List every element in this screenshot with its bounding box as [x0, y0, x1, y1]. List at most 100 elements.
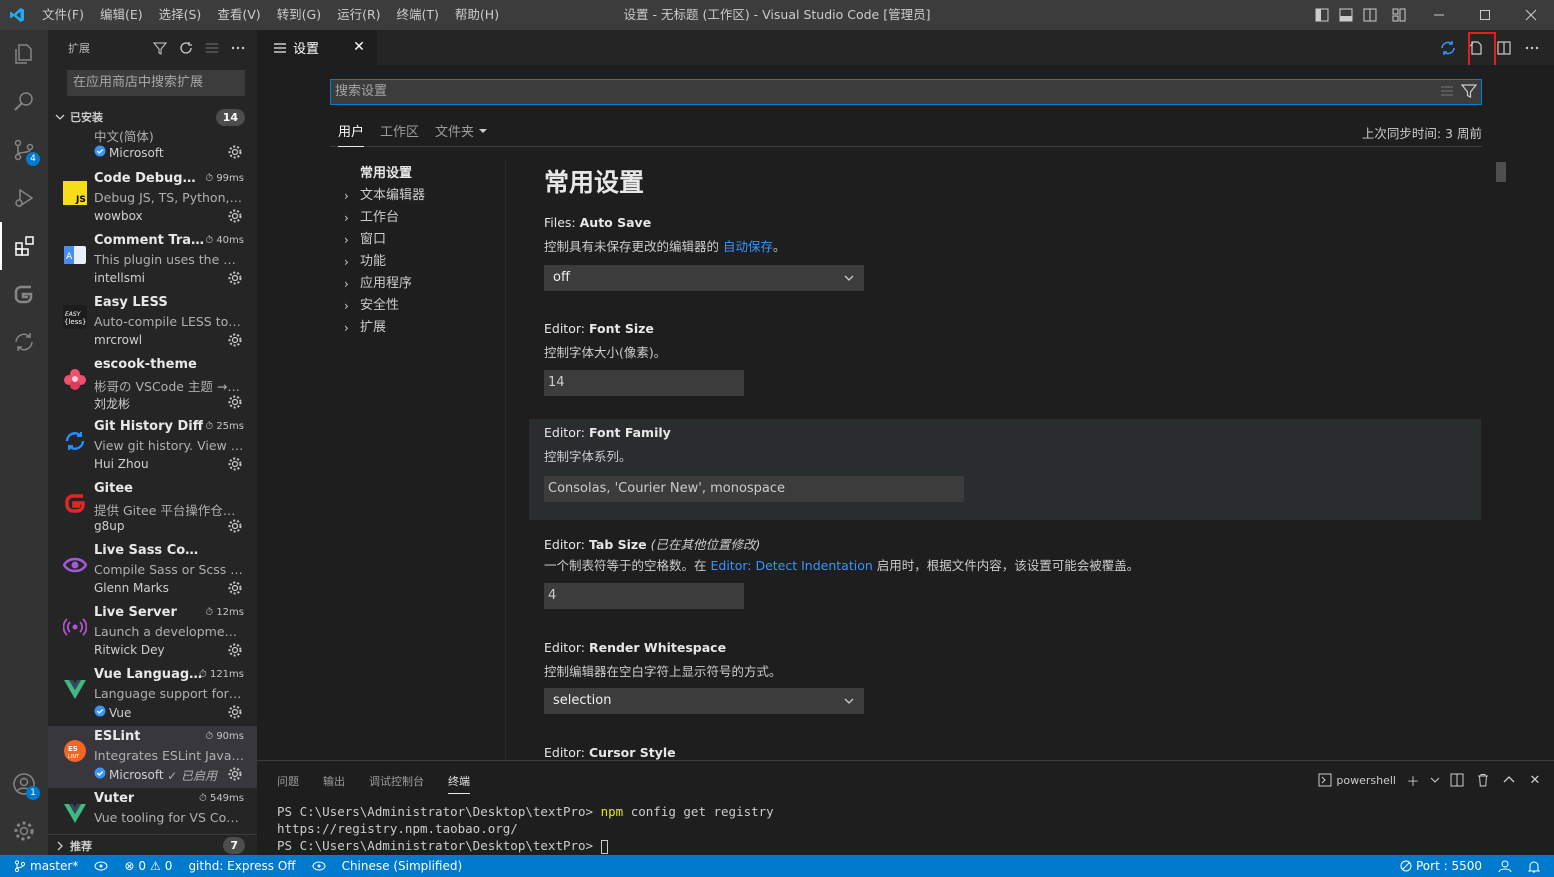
branch-status[interactable]: master*	[0, 859, 86, 873]
font-size-input[interactable]: 14	[544, 370, 744, 396]
detect-indentation-link[interactable]: Editor: Detect Indentation	[710, 558, 872, 573]
extension-item-eslint[interactable]: ES LINT ESLint ⏱ 90ms Integrates ESLint J…	[48, 726, 257, 788]
extension-item-git-history-diff[interactable]: Git History Diff ⏱ 25ms View git history…	[48, 416, 257, 478]
toggle-sidebar-icon[interactable]	[1310, 0, 1334, 30]
filter-settings-icon[interactable]	[1460, 83, 1478, 103]
tab-settings[interactable]: 设置 ✕	[257, 30, 377, 65]
sync-settings-icon[interactable]	[1436, 36, 1460, 60]
run-debug-icon[interactable]	[0, 174, 48, 222]
tab-problems[interactable]: 问题	[277, 773, 299, 789]
modified-elsewhere-note[interactable]: (已在其他位置修改)	[651, 537, 761, 552]
tab-folder[interactable]: 文件夹	[435, 121, 488, 140]
accounts-icon[interactable]: 1	[0, 760, 48, 808]
toc-item-common[interactable]: 常用设置	[330, 163, 505, 185]
menu-view[interactable]: 查看(V)	[209, 0, 268, 30]
search-icon[interactable]	[0, 78, 48, 126]
new-terminal-icon[interactable]: ＋	[1404, 771, 1422, 790]
extension-item-comment-translate[interactable]: A Comment Trans... ⏱ 40ms This plugin us…	[48, 230, 257, 292]
gitee-icon[interactable]	[0, 270, 48, 318]
menu-help[interactable]: 帮助(H)	[447, 0, 507, 30]
githd-status[interactable]: githd: Express Off	[180, 859, 303, 873]
manage-gear-icon[interactable]	[0, 807, 48, 855]
live-share-icon[interactable]	[304, 860, 334, 872]
extension-item-live-sass-compiler[interactable]: Live Sass Compiler Compile Sass or Scss …	[48, 540, 257, 602]
tab-size-input[interactable]: 4	[544, 583, 744, 609]
extension-item-live-server[interactable]: Live Server ⏱ 12ms Launch a development …	[48, 602, 257, 664]
more-actions-icon[interactable]	[227, 37, 249, 59]
refresh-icon[interactable]	[175, 37, 197, 59]
menu-file[interactable]: 文件(F)	[34, 0, 92, 30]
manage-extension-gear-icon[interactable]	[227, 208, 243, 224]
font-family-input[interactable]: Consolas, 'Courier New', monospace	[544, 476, 964, 502]
terminal-shell-selector[interactable]: powershell	[1318, 773, 1396, 787]
trash-icon[interactable]	[1474, 771, 1492, 789]
extension-search-input[interactable]: 在应用商店中搜索扩展	[67, 70, 245, 96]
toc-item-text-editor[interactable]: › 文本编辑器	[330, 185, 505, 207]
toc-item-workbench[interactable]: › 工作台	[330, 207, 505, 229]
maximize-panel-icon[interactable]	[1500, 771, 1518, 789]
manage-extension-gear-icon[interactable]	[227, 704, 243, 720]
notifications-bell-icon[interactable]	[1520, 860, 1554, 873]
toc-item-features[interactable]: › 功能	[330, 251, 505, 273]
terminal-output[interactable]: PS C:\Users\Administrator\Desktop\textPr…	[277, 803, 774, 854]
menu-run[interactable]: 运行(R)	[329, 0, 388, 30]
split-terminal-icon[interactable]	[1448, 771, 1466, 789]
manage-extension-gear-icon[interactable]	[227, 580, 243, 596]
clear-list-icon[interactable]	[201, 37, 223, 59]
tab-terminal[interactable]: 终端	[448, 773, 470, 794]
feedback-icon[interactable]	[1490, 859, 1520, 873]
extension-item-escook-theme[interactable]: escook-theme 彬哥の VSCode 主题 →_... 刘龙彬	[48, 354, 257, 416]
sync-status-icon[interactable]	[86, 860, 116, 872]
toggle-panel-icon[interactable]	[1334, 0, 1358, 30]
live-server-port[interactable]: Port : 5500	[1392, 859, 1490, 873]
manage-extension-gear-icon[interactable]	[227, 332, 243, 348]
chevron-down-icon[interactable]	[1430, 771, 1440, 789]
more-actions-icon[interactable]	[1520, 36, 1544, 60]
clear-filter-icon[interactable]	[1439, 83, 1455, 103]
extension-item-vuter[interactable]: Vuter ⏱ 549ms Vue tooling for VS Code ..…	[48, 788, 257, 828]
manage-extension-gear-icon[interactable]	[227, 144, 243, 160]
extension-item-vue-language[interactable]: Vue Language ... ⏱ 121ms Language suppor…	[48, 664, 257, 726]
toggle-secondary-sidebar-icon[interactable]	[1358, 0, 1382, 30]
menu-go[interactable]: 转到(G)	[269, 0, 329, 30]
remote-sync-icon[interactable]	[0, 318, 48, 366]
manage-extension-gear-icon[interactable]	[227, 518, 243, 534]
manage-extension-gear-icon[interactable]	[227, 642, 243, 658]
close-window-button[interactable]	[1508, 0, 1554, 30]
menu-terminal[interactable]: 终端(T)	[389, 0, 447, 30]
manage-extension-gear-icon[interactable]	[227, 456, 243, 472]
toc-item-extensions[interactable]: › 扩展	[330, 317, 505, 339]
maximize-button[interactable]	[1462, 0, 1508, 30]
tab-output[interactable]: 输出	[323, 773, 345, 789]
toc-item-window[interactable]: › 窗口	[330, 229, 505, 251]
manage-extension-gear-icon[interactable]	[227, 270, 243, 286]
settings-search-input[interactable]: 搜索设置	[330, 79, 1482, 105]
menu-selection[interactable]: 选择(S)	[151, 0, 210, 30]
language-status[interactable]: Chinese (Simplified)	[334, 859, 471, 873]
menu-edit[interactable]: 编辑(E)	[92, 0, 151, 30]
customize-layout-icon[interactable]	[1382, 0, 1416, 30]
toc-item-application[interactable]: › 应用程序	[330, 273, 505, 295]
installed-section-header[interactable]: 已安装 14	[48, 106, 257, 128]
problems-status[interactable]: ⊗ 0 ⚠ 0	[116, 859, 180, 873]
tab-user[interactable]: 用户	[338, 121, 365, 147]
source-control-icon[interactable]: 4	[0, 126, 48, 174]
filter-icon[interactable]	[149, 37, 171, 59]
minimize-button[interactable]	[1416, 0, 1462, 30]
auto-save-select[interactable]: off	[544, 265, 864, 291]
extension-item-easy-less[interactable]: EASY {less} Easy LESS Auto-compile LESS t…	[48, 292, 257, 354]
recommended-section-header[interactable]: 推荐 7	[48, 834, 257, 856]
extension-item-gitee[interactable]: Gitee 提供 Gitee 平台操作仓库... g8up	[48, 478, 257, 540]
auto-save-link[interactable]: 自动保存	[723, 239, 773, 254]
toc-item-security[interactable]: › 安全性	[330, 295, 505, 317]
explorer-icon[interactable]	[0, 30, 48, 78]
settings-scrollbar[interactable]	[1496, 162, 1506, 182]
extension-item-code-debugger[interactable]: JS Code Debugger ⏱ 99ms Debug JS, TS, Py…	[48, 168, 257, 230]
close-panel-icon[interactable]: ✕	[1526, 771, 1544, 789]
extensions-icon[interactable]	[0, 222, 48, 270]
manage-extension-gear-icon[interactable]	[227, 394, 243, 410]
extension-item-chinese[interactable]: 中文(简体) Microsoft	[48, 128, 257, 168]
manage-extension-gear-icon[interactable]	[227, 766, 243, 782]
render-whitespace-select[interactable]: selection	[544, 688, 864, 714]
tab-debug-console[interactable]: 调试控制台	[369, 773, 424, 789]
